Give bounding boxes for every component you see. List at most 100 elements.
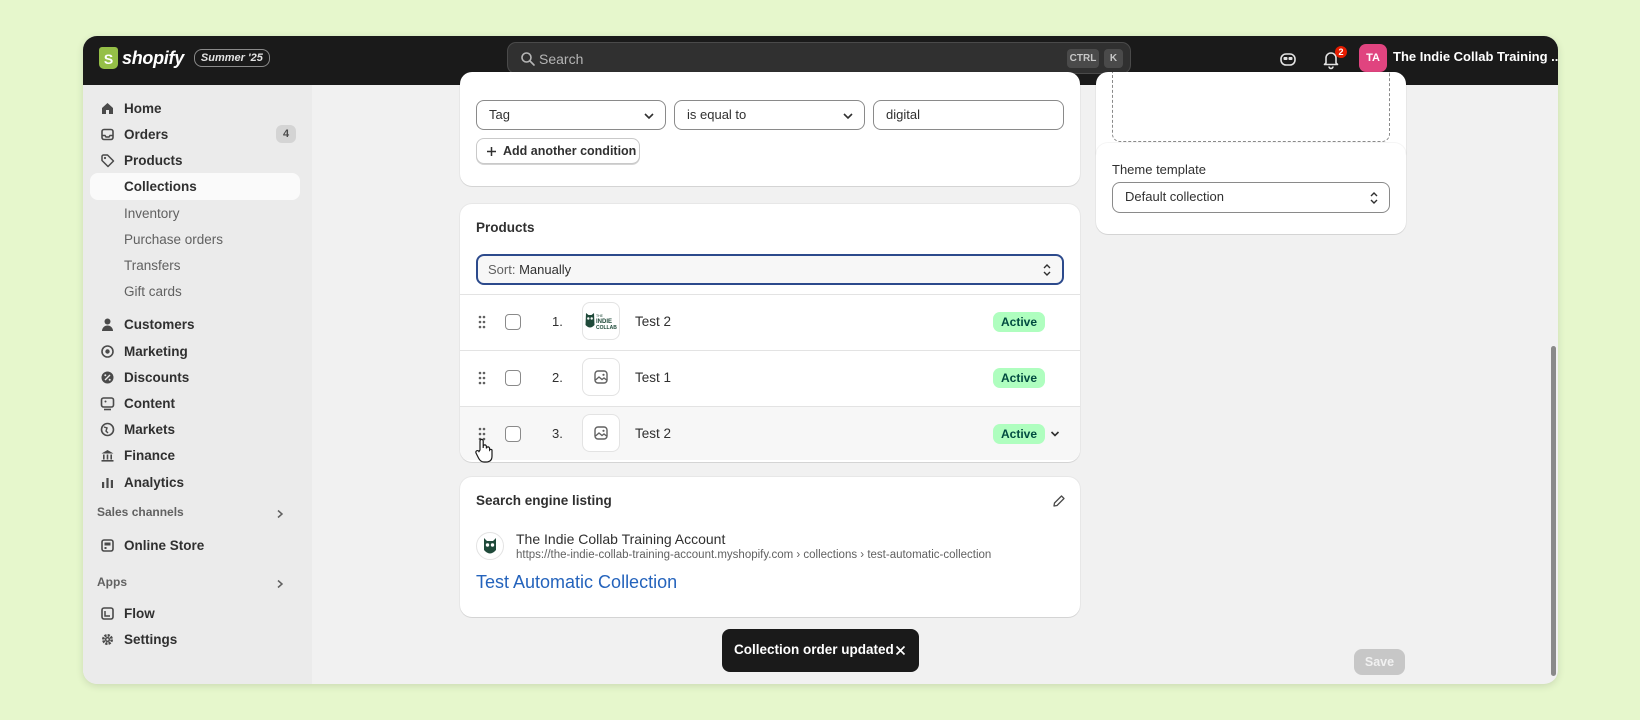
sidebar-item-products[interactable]: Products [90,147,300,174]
sidebar-item-label: Collections [124,179,197,194]
sidebar-item-analytics[interactable]: Analytics [90,469,300,496]
row-checkbox[interactable] [505,314,521,330]
bar-chart-icon [102,478,113,488]
row-number: 1. [552,314,563,329]
product-name[interactable]: Test 2 [635,314,671,329]
person-icon [102,318,113,331]
site-favicon [476,532,504,560]
shortcut-key-ctrl: CTRL [1067,49,1099,68]
seo-page-title[interactable]: Test Automatic Collection [476,572,677,593]
sidebar-item-collections[interactable]: Collections [90,173,300,200]
chevron-right-icon[interactable] [275,509,285,519]
notification-count: 2 [1335,46,1347,58]
sidebar-item-discounts[interactable]: Discounts [90,364,300,391]
search-bar[interactable]: Search CTRL K [507,42,1131,74]
shopify-bag-icon: S [99,47,118,69]
add-condition-button[interactable]: Add another condition [476,138,640,164]
sidebar-item-transfers[interactable]: Transfers [90,252,300,279]
product-thumbnail[interactable] [582,414,620,452]
sidebar-item-marketing[interactable]: Marketing [90,338,300,365]
status-badge: Active [993,312,1046,332]
seo-site-name: The Indie Collab Training Account [516,531,726,547]
products-card: Products Sort: Manually 1. THE INDIE COL… [460,204,1080,462]
sort-prefix: Sort: [488,262,516,277]
theme-template-select[interactable]: Default collection [1112,182,1390,213]
home-icon [102,103,113,114]
shopify-logo[interactable]: S shopify Summer '25 [99,47,270,69]
product-name[interactable]: Test 1 [635,370,671,385]
sidebar-item-flow[interactable]: Flow [90,600,300,627]
discount-icon [101,371,114,384]
sidebar-item-customers[interactable]: Customers [90,311,300,338]
pencil-icon[interactable] [1052,494,1066,508]
sidebar-item-orders[interactable]: Orders 4 [90,121,300,148]
owl-logo-icon [484,538,496,554]
row-checkbox[interactable] [505,426,521,442]
condition-value-input[interactable]: digital [873,100,1064,130]
sidebar-item-label: Gift cards [124,284,182,299]
chevron-down-icon [644,113,654,120]
sidebar-item-label: Customers [124,317,195,332]
content-icon [100,397,115,411]
chevron-right-icon[interactable] [275,579,285,589]
apps-heading[interactable]: Apps [97,575,127,589]
products-title: Products [476,220,535,235]
sidebar: Home Orders 4 Products Collections Inven… [83,85,312,684]
logo-text-line: THE [596,314,604,318]
sidebar-item-label: Online Store [124,538,205,553]
sidebar-item-label: Flow [124,606,155,621]
sidebar-item-purchase-orders[interactable]: Purchase orders [90,226,300,253]
close-icon[interactable] [895,645,906,656]
product-thumbnail[interactable]: THE INDIE COLLAB [582,302,620,340]
condition-operator-value: is equal to [687,107,747,122]
toast-notification: Collection order updated [722,629,919,672]
chevron-down-icon[interactable] [1049,428,1061,440]
row-number: 3. [552,426,563,441]
image-dropzone[interactable] [1112,72,1390,142]
conditions-card: Tag is equal to digital Add another cond… [460,72,1080,186]
theme-template-value: Default collection [1125,189,1224,204]
sidebar-item-finance[interactable]: Finance [90,442,300,469]
product-row[interactable]: 3. Test 2 Active [460,406,1080,460]
toast-message: Collection order updated [734,642,894,657]
product-row[interactable]: 1. THE INDIE COLLAB Test 2 Active [460,294,1080,348]
product-thumbnail[interactable] [582,358,620,396]
product-row[interactable]: 2. Test 1 Active [460,350,1080,404]
shortcut-key-k: K [1104,49,1123,68]
sidebar-item-label: Orders [124,127,169,142]
product-name[interactable]: Test 2 [635,426,671,441]
plus-icon [487,147,496,156]
store-icon [101,539,114,552]
chevron-down-icon [843,113,853,120]
sidebar-item-inventory[interactable]: Inventory [90,200,300,227]
sidebar-item-label: Analytics [124,475,185,490]
globe-icon [100,422,115,437]
sidekick-icon[interactable] [1277,48,1299,70]
status-badge: Active [993,368,1046,388]
sidebar-item-home[interactable]: Home [90,95,300,122]
row-checkbox[interactable] [505,370,521,386]
sidebar-item-content[interactable]: Content [90,390,300,417]
sidebar-item-settings[interactable]: Settings [90,626,300,653]
store-name[interactable]: The Indie Collab Training ... [1393,49,1558,64]
save-button[interactable]: Save [1354,649,1405,675]
image-placeholder-icon [594,370,608,384]
sidebar-item-label: Finance [124,448,176,463]
drag-handle-icon[interactable] [476,370,488,386]
scrollbar-thumb[interactable] [1551,346,1556,676]
sort-select[interactable]: Sort: Manually [476,254,1064,285]
sidebar-item-markets[interactable]: Markets [90,416,300,443]
condition-operator-select[interactable]: is equal to [674,100,865,130]
row-number: 2. [552,370,563,385]
sales-channels-heading[interactable]: Sales channels [97,505,184,519]
hand-cursor-icon [475,438,493,463]
condition-field-select[interactable]: Tag [476,100,666,130]
sidebar-item-online-store[interactable]: Online Store [90,532,300,559]
avatar[interactable]: TA [1359,44,1387,72]
sidebar-item-gift-cards[interactable]: Gift cards [90,278,300,305]
drag-handle-icon[interactable] [476,314,488,330]
sidebar-item-label: Purchase orders [124,232,224,247]
theme-template-card: Theme template Default collection [1096,143,1406,234]
edition-badge: Summer '25 [193,49,270,67]
sidebar-item-label: Products [124,153,183,168]
